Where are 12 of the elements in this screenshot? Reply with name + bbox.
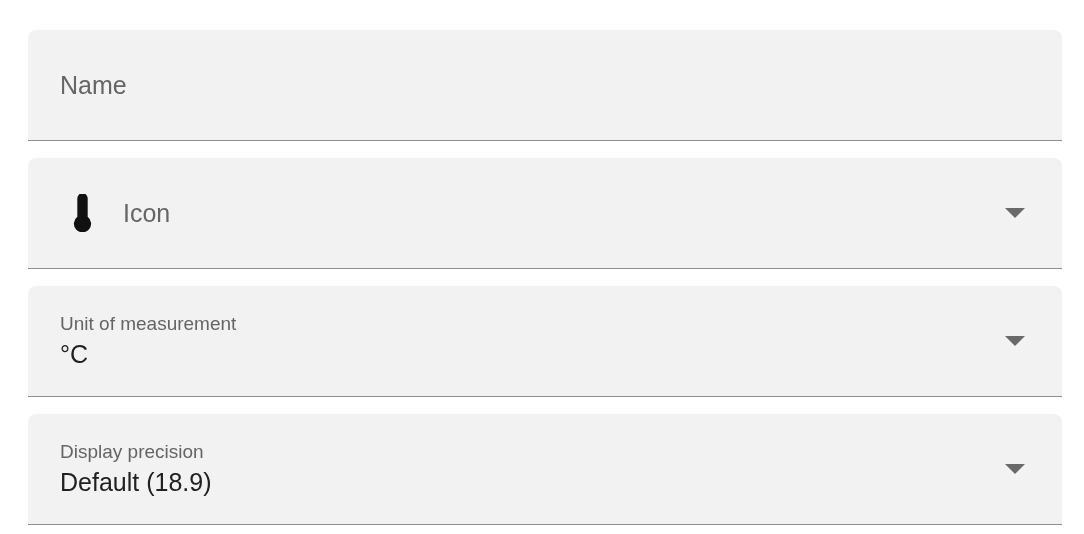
name-field[interactable]: Name [28, 30, 1062, 141]
caret-icon [1005, 208, 1025, 218]
field-value: °C [60, 340, 90, 369]
field-label: Icon [123, 198, 172, 228]
caret-icon [1005, 336, 1025, 346]
field-label: Display precision [60, 441, 205, 463]
dropdown-field[interactable]: Icon [28, 158, 1062, 269]
dropdown-field[interactable]: Display precision Default (18.9) [28, 414, 1062, 525]
field-value: Default (18.9) [60, 468, 213, 497]
field-label: Unit of measurement [60, 313, 238, 335]
caret-icon [1005, 464, 1025, 474]
dropdown-field[interactable]: Unit of measurement °C [28, 286, 1062, 397]
